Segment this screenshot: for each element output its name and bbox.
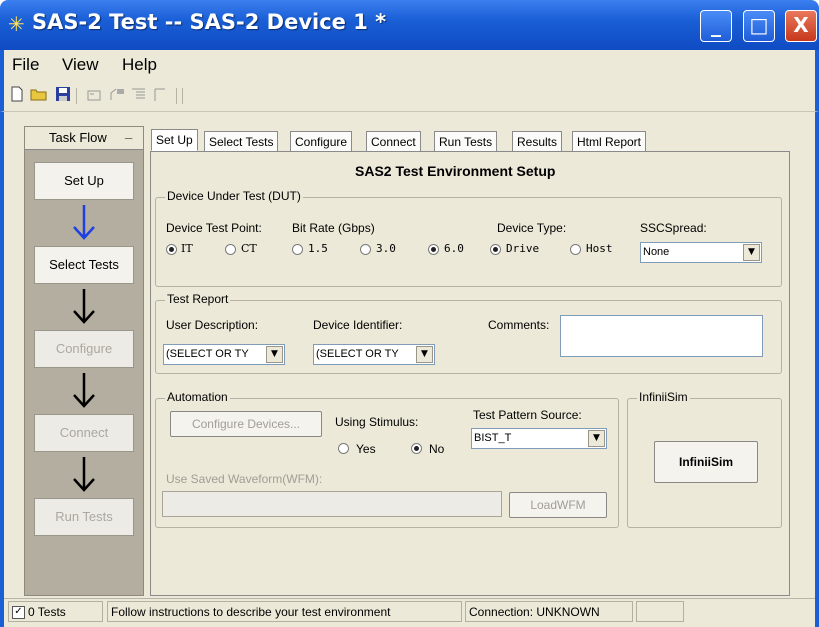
stimulus-no-label: No xyxy=(429,442,445,456)
taskflow-arrow-icon xyxy=(73,457,95,492)
taskflow-connect-button[interactable]: Connect xyxy=(34,414,134,452)
app-icon: ✳ xyxy=(8,12,25,36)
toolbar-icon-4[interactable] xyxy=(152,86,170,104)
test-pattern-source-label: Test Pattern Source: xyxy=(473,408,582,422)
tests-count-cell: ✓ 0 Tests xyxy=(8,601,103,622)
device-identifier-label: Device Identifier: xyxy=(313,318,403,332)
using-stimulus-label: Using Stimulus: xyxy=(335,415,419,429)
test-point-it-label: IT xyxy=(181,242,193,255)
menu-file[interactable]: File xyxy=(12,55,39,75)
task-flow-header: Task Flow _ xyxy=(25,125,143,150)
toolbar-icon-2[interactable] xyxy=(108,86,126,104)
test-pattern-source-select[interactable]: BIST_T xyxy=(471,428,607,449)
save-icon[interactable] xyxy=(54,86,72,104)
menu-view[interactable]: View xyxy=(62,55,99,75)
menu-help[interactable]: Help xyxy=(122,55,157,75)
window-title: SAS-2 Test -- SAS-2 Device 1 * xyxy=(32,10,387,34)
taskflow-run-tests-button[interactable]: Run Tests xyxy=(34,498,134,536)
taskflow-select-tests-button[interactable]: Select Tests xyxy=(34,246,134,284)
status-empty-cell xyxy=(636,601,684,622)
test-report-legend: Test Report xyxy=(165,292,231,306)
tab-select-tests[interactable]: Select Tests xyxy=(204,131,279,151)
user-description-value: (SELECT OR TY xyxy=(166,348,249,360)
chevron-down-icon[interactable]: ▼ xyxy=(588,430,605,447)
task-flow-title: Task Flow xyxy=(49,130,107,145)
tab-connect[interactable]: Connect xyxy=(366,131,421,151)
tab-set-up[interactable]: Set Up xyxy=(151,129,198,151)
chevron-down-icon[interactable]: ▼ xyxy=(416,346,433,363)
close-button[interactable]: X xyxy=(785,10,817,42)
connection-status: Connection: UNKNOWN xyxy=(465,601,633,622)
bit-rate-3-0-label: 3.0 xyxy=(376,242,396,255)
taskflow-arrow-icon xyxy=(73,289,95,324)
comments-textarea[interactable] xyxy=(560,315,763,357)
bit-rate-6-0-radio[interactable] xyxy=(428,244,439,255)
tab-html-report[interactable]: Html Report xyxy=(572,131,647,151)
user-description-label: User Description: xyxy=(166,318,259,332)
device-type-host-label: Host xyxy=(586,242,613,255)
device-type-drive-radio[interactable] xyxy=(490,244,501,255)
saved-waveform-field[interactable] xyxy=(162,491,502,517)
device-type-drive-label: Drive xyxy=(506,242,540,255)
toolbar-icon-3[interactable] xyxy=(130,86,148,104)
bit-rate-1-5-label: 1.5 xyxy=(308,242,328,255)
bit-rate-label: Bit Rate (Gbps) xyxy=(292,221,375,235)
test-pattern-source-value: BIST_T xyxy=(474,432,512,444)
bit-rate-3-0-radio[interactable] xyxy=(360,244,371,255)
bit-rate-1-5-radio[interactable] xyxy=(292,244,303,255)
chevron-down-icon[interactable]: ▼ xyxy=(743,244,760,261)
infiniisim-legend: InfiniiSim xyxy=(637,390,690,404)
tab-results[interactable]: Results xyxy=(512,131,563,151)
device-identifier-value: (SELECT OR TY xyxy=(316,348,399,360)
toolbar-divider xyxy=(176,88,177,104)
infiniisim-button[interactable]: InfiniiSim xyxy=(654,441,758,483)
ssc-spread-label: SSCSpread: xyxy=(640,221,707,235)
test-point-ct-label: CT xyxy=(241,242,257,255)
test-point-it-radio[interactable] xyxy=(166,244,177,255)
dut-legend: Device Under Test (DUT) xyxy=(165,189,303,203)
tests-checkbox[interactable]: ✓ xyxy=(12,606,25,619)
tests-count: 0 Tests xyxy=(28,605,66,619)
minimize-button[interactable]: _ xyxy=(700,10,732,42)
toolbar-divider xyxy=(76,88,77,104)
maximize-button[interactable]: □ xyxy=(743,10,775,42)
status-message: Follow instructions to describe your tes… xyxy=(107,601,462,622)
new-icon[interactable] xyxy=(8,86,26,104)
setup-heading: SAS2 Test Environment Setup xyxy=(355,163,556,179)
stimulus-yes-label: Yes xyxy=(356,442,376,456)
toolbar-icon-1[interactable] xyxy=(86,86,104,104)
taskflow-arrow-icon xyxy=(73,205,95,240)
saved-waveform-label: Use Saved Waveform(WFM): xyxy=(166,472,323,486)
comments-label: Comments: xyxy=(488,318,550,332)
device-type-label: Device Type: xyxy=(497,221,567,235)
taskflow-configure-button[interactable]: Configure xyxy=(34,330,134,368)
open-icon[interactable] xyxy=(30,86,48,104)
test-point-ct-radio[interactable] xyxy=(225,244,236,255)
tab-configure[interactable]: Configure xyxy=(290,131,353,151)
bit-rate-6-0-label: 6.0 xyxy=(444,242,464,255)
device-type-host-radio[interactable] xyxy=(570,244,581,255)
load-wfm-button[interactable]: LoadWFM xyxy=(509,492,607,518)
configure-devices-button[interactable]: Configure Devices... xyxy=(170,411,322,437)
device-test-point-label: Device Test Point: xyxy=(166,221,262,235)
taskflow-arrow-icon xyxy=(73,373,95,408)
stimulus-no-radio[interactable] xyxy=(411,443,422,454)
taskflow-setup-button[interactable]: Set Up xyxy=(34,162,134,200)
toolbar-divider xyxy=(182,88,183,104)
ssc-spread-value: None xyxy=(643,246,670,258)
task-flow-collapse-button[interactable]: _ xyxy=(125,125,132,140)
automation-legend: Automation xyxy=(165,390,230,404)
stimulus-yes-radio[interactable] xyxy=(338,443,349,454)
chevron-down-icon[interactable]: ▼ xyxy=(266,346,283,363)
tab-run-tests[interactable]: Run Tests xyxy=(434,131,498,151)
